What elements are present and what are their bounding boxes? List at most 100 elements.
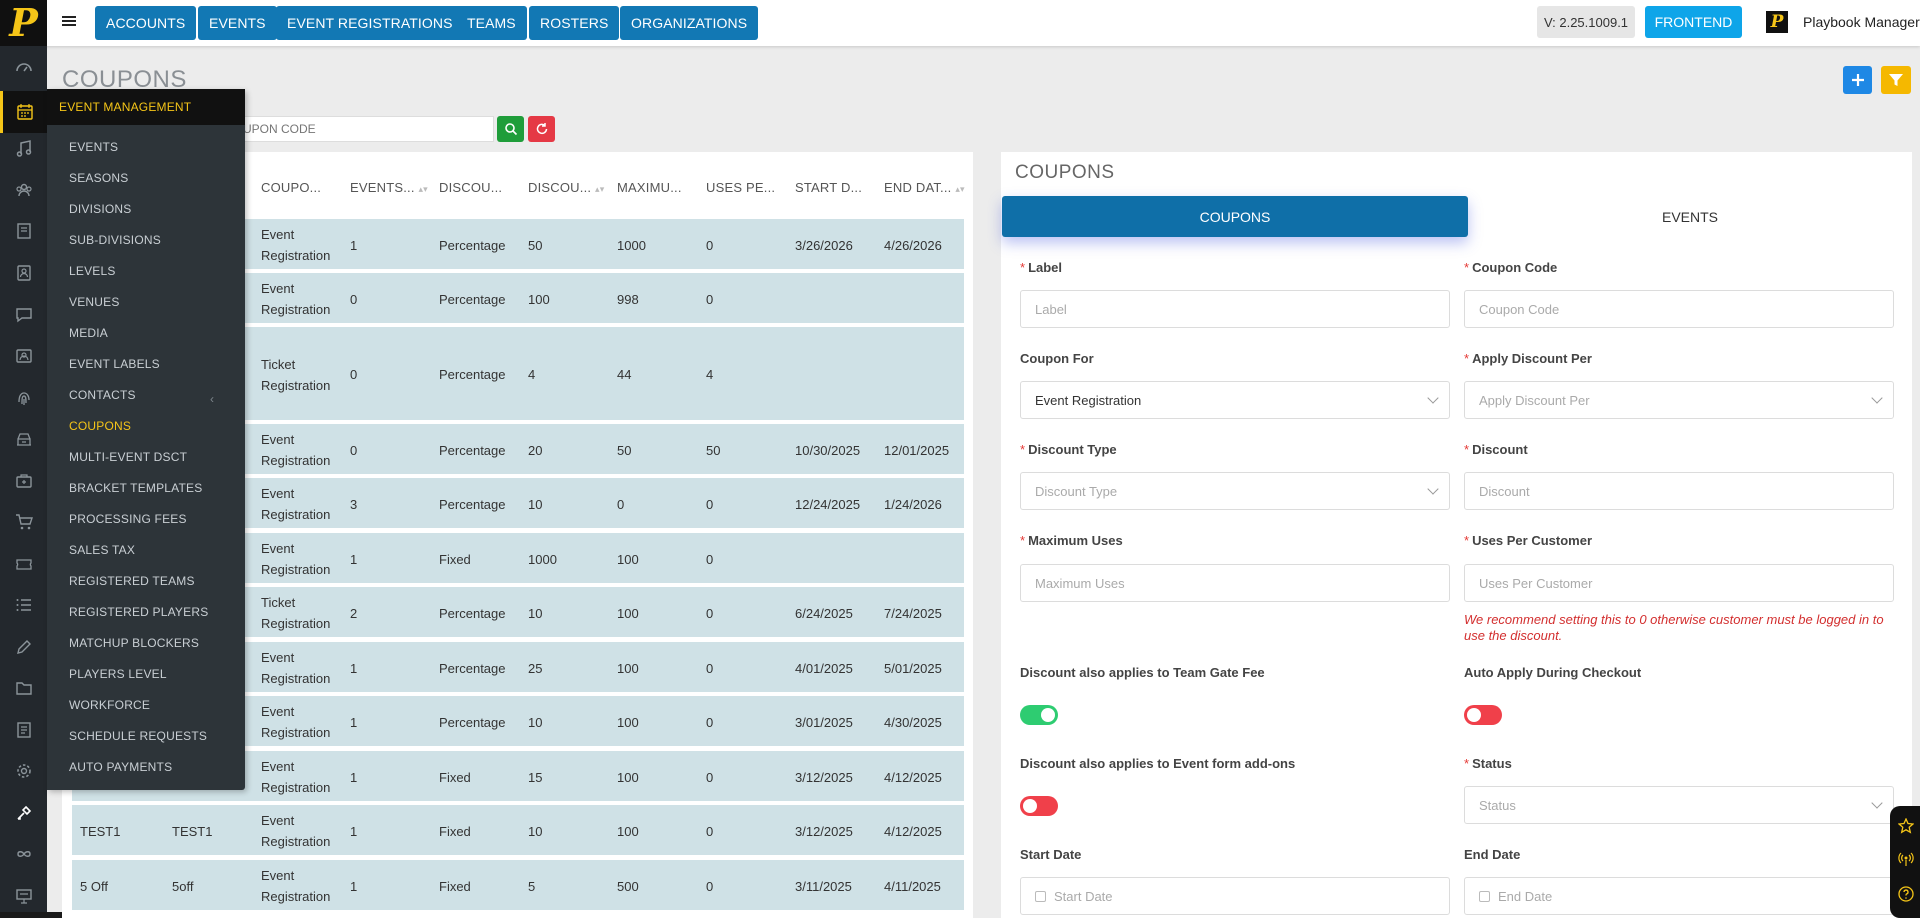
cell-discount-type: Fixed xyxy=(439,551,471,567)
coupon-code-input[interactable]: Coupon Code xyxy=(1464,290,1894,328)
calendar-icon xyxy=(1035,890,1046,902)
cell-coupon-for: Ticket Registration xyxy=(261,595,331,631)
filter-button[interactable] xyxy=(1881,66,1911,94)
contacts-icon[interactable] xyxy=(14,263,34,283)
menu-item-divisions[interactable]: DIVISIONS xyxy=(69,202,131,216)
presentation-icon[interactable] xyxy=(14,886,34,906)
nav-accounts-button[interactable]: ACCOUNTS xyxy=(95,6,197,40)
menu-item-contacts[interactable]: CONTACTS xyxy=(69,388,136,402)
apply-discount-per-select[interactable]: Apply Discount Per xyxy=(1464,381,1894,419)
menu-item-processing-fees[interactable]: PROCESSING FEES xyxy=(69,512,187,526)
infinity-icon[interactable] xyxy=(14,844,34,864)
book-icon[interactable] xyxy=(14,221,34,241)
icon-rail xyxy=(0,46,47,918)
menu-item-sales-tax[interactable]: SALES TAX xyxy=(69,543,135,557)
cell-start-date: 3/01/2025 xyxy=(795,714,853,730)
col-header-maximum-uses[interactable]: MAXIMU... xyxy=(617,180,682,195)
menu-item-registered-teams[interactable]: REGISTERED TEAMS xyxy=(69,574,195,588)
menu-item-coupons[interactable]: COUPONS xyxy=(69,419,131,433)
star-icon[interactable] xyxy=(1898,818,1914,834)
col-header-uses-per-customer[interactable]: USES PE... xyxy=(706,180,775,195)
reset-button[interactable] xyxy=(528,116,555,142)
label-input[interactable]: Label xyxy=(1020,290,1450,328)
nav-teams-button[interactable]: TEAMS xyxy=(456,6,527,40)
addons-toggle[interactable] xyxy=(1020,796,1058,816)
status-select[interactable]: Status xyxy=(1464,786,1894,824)
maximum-uses-input[interactable]: Maximum Uses xyxy=(1020,564,1450,602)
col-header-discount-type[interactable]: DISCOU... xyxy=(439,180,502,195)
pen-icon[interactable] xyxy=(14,637,34,657)
search-button[interactable] xyxy=(497,116,524,142)
hamburger-icon[interactable] xyxy=(62,14,76,30)
nav-organizations-button[interactable]: ORGANIZATIONS xyxy=(620,6,759,40)
menu-item-auto-payments[interactable]: AUTO PAYMENTS xyxy=(69,760,172,774)
col-header-events[interactable]: EVENTS... ▴▾ xyxy=(350,180,428,195)
chevron-left-icon[interactable]: ‹ xyxy=(210,392,214,406)
cell-discount: 50 xyxy=(528,237,543,253)
menu-item-event-labels[interactable]: EVENT LABELS xyxy=(69,357,160,371)
nav-events-button[interactable]: EVENTS xyxy=(198,6,277,40)
nav-rosters-button[interactable]: ROSTERS xyxy=(529,6,620,40)
users-icon[interactable] xyxy=(14,180,34,200)
search-input[interactable] xyxy=(232,116,494,142)
menu-item-levels[interactable]: LEVELS xyxy=(69,264,116,278)
col-header-start-date[interactable]: START D... xyxy=(795,180,862,195)
cell-coupon-for: Ticket Registration xyxy=(261,356,331,393)
plus-icon xyxy=(1851,74,1864,86)
nav-event-registrations-button[interactable]: EVENT REGISTRATIONS xyxy=(276,6,464,40)
cell-discount-type: Percentage xyxy=(439,367,506,382)
cell-discount-type: Percentage xyxy=(439,237,506,253)
dashboard-icon[interactable] xyxy=(14,58,34,78)
calendar-icon[interactable] xyxy=(0,91,47,133)
end-date-input[interactable]: End Date xyxy=(1464,877,1894,915)
menu-item-multi-event-dsct[interactable]: MULTI-EVENT DSCT xyxy=(69,450,187,464)
frontend-button[interactable]: FRONTEND xyxy=(1645,6,1742,38)
folder-icon[interactable] xyxy=(14,678,34,698)
menu-item-schedule-requests[interactable]: SCHEDULE REQUESTS xyxy=(69,729,207,743)
menu-item-matchup-blockers[interactable]: MATCHUP BLOCKERS xyxy=(69,636,199,650)
fingerprint-icon[interactable] xyxy=(14,388,34,408)
tools-icon[interactable] xyxy=(14,803,34,823)
app-logo[interactable]: P xyxy=(0,0,47,46)
broadcast-icon[interactable] xyxy=(1898,851,1914,867)
gate-fee-toggle[interactable] xyxy=(1020,705,1058,725)
cell-coupon-for: Event Registration xyxy=(261,759,331,795)
gear-icon[interactable] xyxy=(14,761,34,781)
list-icon[interactable] xyxy=(14,595,34,615)
coupon-for-select[interactable]: Event Registration xyxy=(1020,381,1450,419)
col-header-end-date[interactable]: END DAT... ▴▾ xyxy=(884,180,965,195)
music-icon[interactable] xyxy=(14,139,34,159)
menu-item-media[interactable]: MEDIA xyxy=(69,326,108,340)
cell-coupon-for: Event Registration xyxy=(261,650,331,686)
menu-item-seasons[interactable]: SEASONS xyxy=(69,171,128,185)
tab-coupons[interactable]: COUPONS xyxy=(1002,196,1468,237)
menu-item-registered-players[interactable]: REGISTERED PLAYERS xyxy=(69,605,208,619)
add-coupon-button[interactable] xyxy=(1843,66,1872,94)
uses-per-customer-input[interactable]: Uses Per Customer xyxy=(1464,564,1894,602)
tab-events[interactable]: EVENTS xyxy=(1468,196,1912,237)
menu-item-players-level[interactable]: PLAYERS LEVEL xyxy=(69,667,167,681)
menu-item-bracket-templates[interactable]: BRACKET TEMPLATES xyxy=(69,481,202,495)
document-icon[interactable] xyxy=(14,720,34,740)
menu-item-workforce[interactable]: WORKFORCE xyxy=(69,698,150,712)
menu-item-events[interactable]: EVENTS xyxy=(69,140,118,154)
chat-icon[interactable] xyxy=(14,305,34,325)
ticket-icon[interactable] xyxy=(14,554,34,574)
venue-icon[interactable] xyxy=(14,429,34,449)
discount-type-select[interactable]: Discount Type xyxy=(1020,472,1450,510)
discount-input[interactable]: Discount xyxy=(1464,472,1894,510)
user-name[interactable]: Playbook Manager xyxy=(1803,14,1920,30)
help-icon[interactable] xyxy=(1898,886,1914,902)
cell-events: 1 xyxy=(350,769,358,785)
start-date-input[interactable]: Start Date xyxy=(1020,877,1450,915)
briefcase-icon[interactable] xyxy=(14,471,34,491)
cell-maximum-uses: 100 xyxy=(617,714,639,730)
col-header-discount[interactable]: DISCOU... ▴▾ xyxy=(528,180,604,195)
menu-item-venues[interactable]: VENUES xyxy=(69,295,120,309)
id-card-icon[interactable] xyxy=(14,346,34,366)
menu-item-sub-divisions[interactable]: SUB-DIVISIONS xyxy=(69,233,161,247)
cart-icon[interactable] xyxy=(14,512,34,532)
col-header-coupon-for[interactable]: COUPO... xyxy=(261,180,321,195)
cell-uses-per-customer: 0 xyxy=(706,823,714,839)
auto-apply-toggle[interactable] xyxy=(1464,705,1502,725)
